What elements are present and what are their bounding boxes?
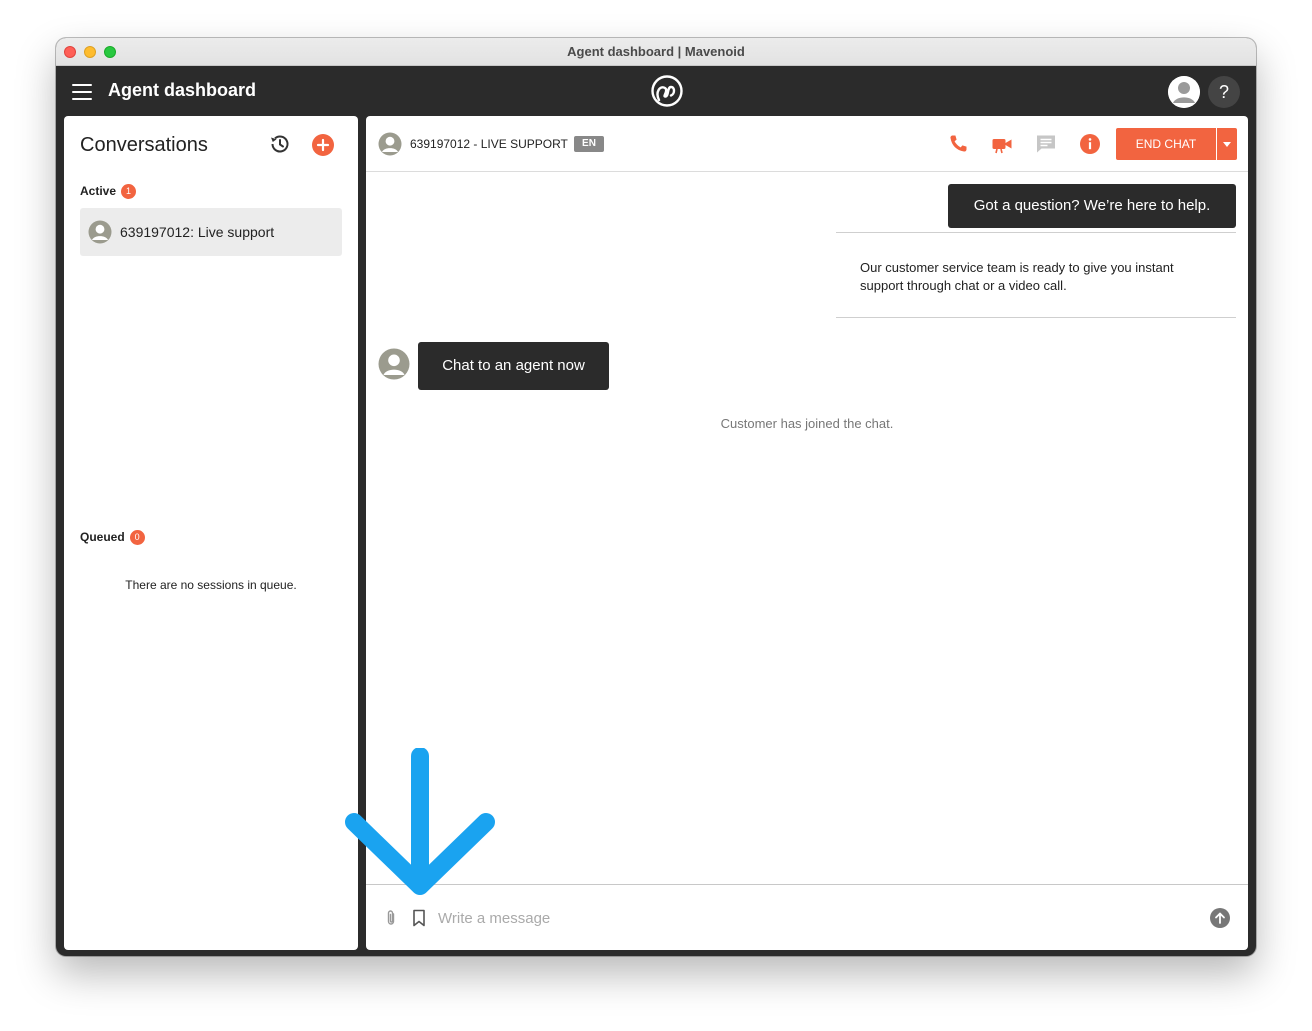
language-badge: EN: [574, 136, 604, 152]
conversations-title: Conversations: [80, 134, 208, 156]
message-composer: [366, 884, 1248, 950]
empty-queue-text: There are no sessions in queue.: [125, 578, 297, 592]
queued-label: Queued: [80, 530, 125, 544]
queued-count-badge: 0: [129, 530, 145, 545]
chat-panel: 639197012 - LIVE SUPPORT EN END CHAT Got…: [366, 116, 1248, 950]
conversation-label: 639197012: Live support: [120, 224, 275, 240]
message-input[interactable]: [438, 903, 1198, 933]
paperclip-icon[interactable]: [384, 909, 398, 927]
history-icon[interactable]: [268, 132, 292, 156]
conversations-panel: Conversations Active 1 639197012: Live su…: [64, 116, 358, 950]
chat-header: 639197012 - LIVE SUPPORT EN END CHAT: [366, 116, 1248, 172]
mavenoid-logo-icon[interactable]: [650, 74, 684, 108]
phone-icon[interactable]: [946, 132, 970, 156]
window-title: Agent dashboard | Mavenoid: [567, 44, 745, 59]
customer-message-bubble: Chat to an agent now: [418, 342, 609, 390]
chevron-down-icon[interactable]: [1217, 128, 1237, 160]
customer-avatar-icon: [378, 132, 402, 156]
video-icon[interactable]: [990, 132, 1014, 156]
info-message-text: Our customer service team is ready to gi…: [860, 260, 1174, 293]
app-window: Agent dashboard | Mavenoid Agent dashboa…: [56, 38, 1256, 956]
title-bar: Agent dashboard | Mavenoid: [56, 38, 1256, 66]
active-label: Active: [80, 184, 117, 198]
app-bar: Agent dashboard ?: [56, 66, 1256, 116]
add-icon[interactable]: [312, 134, 334, 156]
help-icon[interactable]: ?: [1208, 76, 1240, 108]
send-icon[interactable]: [1210, 908, 1230, 928]
info-message-card: Our customer service team is ready to gi…: [836, 232, 1236, 318]
bookmark-icon[interactable]: [412, 909, 426, 927]
bot-message-bubble: Got a question? We’re here to help.: [948, 184, 1236, 228]
chat-icon[interactable]: [1034, 132, 1058, 156]
system-message: Customer has joined the chat.: [720, 416, 894, 431]
user-avatar-icon[interactable]: [1168, 76, 1200, 108]
queued-section-label: Queued 0: [80, 530, 145, 545]
end-chat-button[interactable]: END CHAT: [1116, 128, 1216, 160]
active-section-label: Active 1: [80, 184, 137, 199]
active-count-badge: 1: [121, 184, 137, 199]
menu-icon[interactable]: [72, 84, 92, 100]
chat-title: 639197012 - LIVE SUPPORT: [410, 137, 568, 151]
conversation-item[interactable]: 639197012: Live support: [80, 208, 342, 256]
customer-avatar-icon: [88, 220, 112, 244]
info-icon[interactable]: [1078, 132, 1102, 156]
customer-avatar-icon: [378, 348, 410, 380]
app-title: Agent dashboard: [108, 80, 257, 100]
